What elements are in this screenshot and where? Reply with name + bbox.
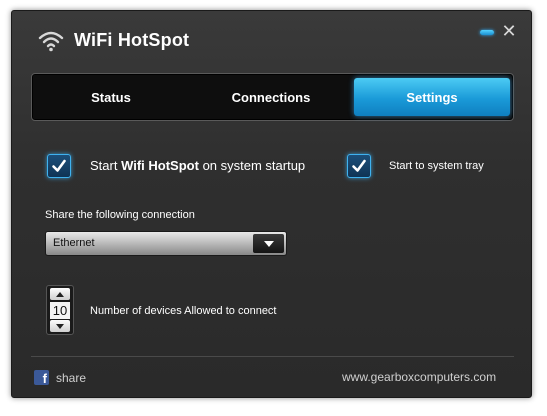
minimize-icon	[480, 29, 494, 35]
chevron-down-icon	[263, 240, 274, 247]
wifi-icon	[38, 31, 64, 52]
tray-checkbox[interactable]	[347, 154, 371, 178]
startup-label-appname: Wifi HotSpot	[121, 158, 199, 173]
tray-label: Start to system tray	[389, 160, 484, 172]
checkmark-icon	[352, 159, 366, 172]
website-link[interactable]: www.gearboxcomputers.com	[342, 370, 496, 384]
startup-label-prefix: Start	[90, 158, 122, 173]
title-bar: WiFi HotSpot ✕	[12, 11, 531, 63]
arrow-up-icon	[56, 291, 64, 297]
minimize-button[interactable]	[478, 27, 496, 37]
devices-count[interactable]: 10	[50, 302, 70, 319]
tab-status[interactable]: Status	[36, 78, 186, 116]
devices-label: Number of devices Allowed to connect	[90, 305, 277, 317]
startup-label-suffix: on system startup	[198, 158, 306, 173]
share-link[interactable]: share	[56, 371, 86, 385]
startup-checkbox[interactable]	[47, 154, 71, 178]
dropdown-button[interactable]	[253, 234, 284, 253]
devices-stepper: 10	[46, 285, 74, 335]
facebook-icon[interactable]: f	[34, 370, 49, 385]
tab-connections[interactable]: Connections	[196, 78, 346, 116]
connection-select-value: Ethernet	[53, 237, 95, 249]
arrow-down-icon	[56, 323, 64, 329]
stepper-up-button[interactable]	[50, 288, 70, 300]
footer-divider	[31, 356, 514, 357]
app-window: WiFi HotSpot ✕ Status Connections Settin…	[11, 10, 532, 398]
checkmark-icon	[52, 159, 66, 172]
connection-select[interactable]: Ethernet	[45, 231, 287, 256]
tab-settings[interactable]: Settings	[354, 78, 510, 116]
tab-bar: Status Connections Settings	[31, 73, 514, 121]
startup-label: Start Wifi HotSpot on system startup	[90, 158, 305, 173]
app-title: WiFi HotSpot	[74, 30, 190, 50]
close-button[interactable]: ✕	[500, 22, 518, 40]
share-connection-label: Share the following connection	[45, 209, 195, 221]
stepper-down-button[interactable]	[50, 320, 70, 332]
